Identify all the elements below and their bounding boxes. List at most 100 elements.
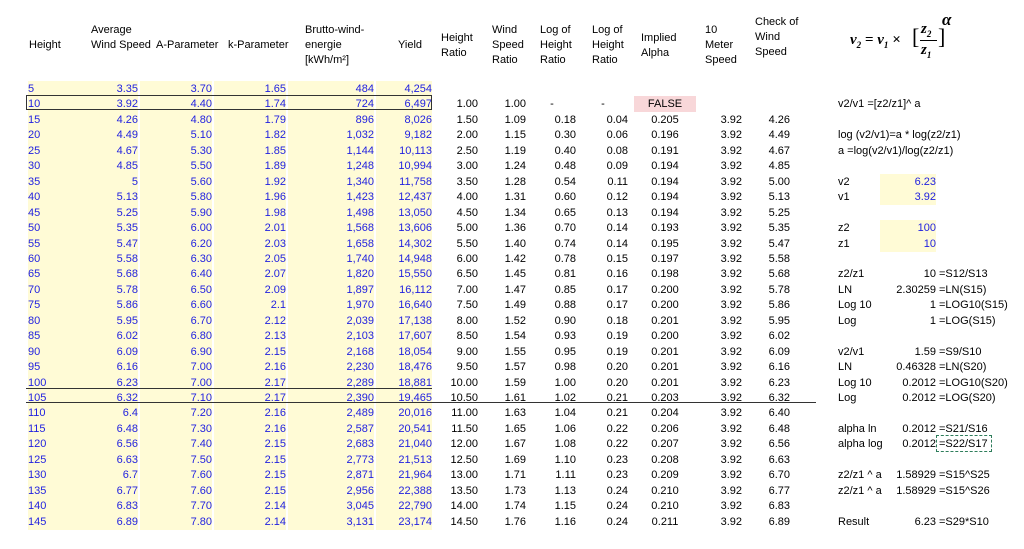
cell-yield[interactable]: 20,016 bbox=[376, 405, 432, 422]
cell-k-param[interactable]: 2.07 bbox=[214, 266, 286, 283]
cell-wind-ratio[interactable]: 1.69 bbox=[480, 452, 526, 468]
cell-log-height[interactable]: 0.88 bbox=[528, 297, 576, 313]
cell-height[interactable]: 90 bbox=[28, 343, 78, 360]
cell-height[interactable]: 35 bbox=[28, 173, 78, 190]
cell-a-param[interactable]: 7.00 bbox=[140, 359, 212, 376]
cell-ten-meter[interactable]: 3.92 bbox=[698, 220, 742, 236]
cell-log-height[interactable]: 0.78 bbox=[528, 251, 576, 267]
cell-avg-wind[interactable]: 3.92 bbox=[78, 96, 138, 113]
cell-implied-alpha[interactable]: 0.206 bbox=[634, 421, 696, 437]
cell-wind-ratio[interactable]: 1.59 bbox=[480, 375, 526, 391]
cell-yield[interactable]: 18,476 bbox=[376, 359, 432, 376]
cell-log-height-2[interactable]: 0.22 bbox=[578, 421, 628, 437]
cell-avg-wind[interactable]: 6.7 bbox=[78, 467, 138, 484]
cell-ten-meter[interactable]: 3.92 bbox=[698, 421, 742, 437]
cell-a-param[interactable]: 4.40 bbox=[140, 96, 212, 113]
cell-check[interactable]: 5.58 bbox=[744, 251, 790, 267]
cell-wind-ratio[interactable]: 1.31 bbox=[480, 189, 526, 205]
cell-log-height-2[interactable]: 0.19 bbox=[578, 328, 628, 344]
cell-check[interactable]: 4.85 bbox=[744, 158, 790, 174]
cell-wind-ratio[interactable]: 1.52 bbox=[480, 313, 526, 329]
cell-wind-ratio[interactable]: 1.67 bbox=[480, 436, 526, 452]
cell-height[interactable]: 125 bbox=[28, 451, 78, 468]
cell-height-ratio[interactable]: 13.00 bbox=[434, 467, 478, 483]
cell-height[interactable]: 80 bbox=[28, 312, 78, 329]
cell-yield[interactable]: 17,607 bbox=[376, 328, 432, 345]
cell-height-ratio[interactable]: 9.00 bbox=[434, 344, 478, 360]
cell-implied-alpha[interactable]: 0.205 bbox=[634, 112, 696, 128]
cell-check[interactable]: 6.32 bbox=[744, 390, 790, 406]
cell-k-param[interactable]: 2.01 bbox=[214, 220, 286, 237]
cell-height[interactable]: 20 bbox=[28, 127, 78, 144]
cell-avg-wind[interactable]: 5.95 bbox=[78, 312, 138, 329]
cell-k-param[interactable]: 2.14 bbox=[214, 513, 286, 530]
cell-brutto[interactable]: 3,131 bbox=[288, 513, 374, 530]
cell-wind-ratio[interactable]: 1.45 bbox=[480, 266, 526, 282]
cell-ten-meter[interactable]: 3.92 bbox=[698, 313, 742, 329]
cell-brutto[interactable]: 2,390 bbox=[288, 390, 374, 406]
cell-wind-ratio[interactable] bbox=[480, 81, 526, 97]
cell-a-param[interactable]: 6.70 bbox=[140, 312, 212, 329]
cell-check[interactable]: 6.83 bbox=[744, 498, 790, 514]
cell-check[interactable]: 6.77 bbox=[744, 483, 790, 499]
side-formula-note[interactable]: =S29*S10 bbox=[939, 514, 989, 530]
cell-wind-ratio[interactable]: 1.55 bbox=[480, 344, 526, 360]
cell-check[interactable]: 5.35 bbox=[744, 220, 790, 236]
cell-height[interactable]: 70 bbox=[28, 281, 78, 298]
cell-log-height-2[interactable]: 0.08 bbox=[578, 143, 628, 159]
cell-log-height[interactable]: 0.48 bbox=[528, 158, 576, 174]
side-value[interactable]: 0.2012 bbox=[880, 436, 936, 452]
cell-a-param[interactable]: 5.10 bbox=[140, 127, 212, 144]
cell-height[interactable]: 60 bbox=[28, 250, 78, 267]
cell-implied-alpha[interactable]: 0.196 bbox=[634, 127, 696, 143]
cell-height-ratio[interactable]: 8.50 bbox=[434, 328, 478, 344]
cell-log-height[interactable]: 0.90 bbox=[528, 313, 576, 329]
cell-wind-ratio[interactable]: 1.54 bbox=[480, 328, 526, 344]
side-label[interactable]: v2/v1 =[z2/z1]^ a bbox=[838, 96, 921, 112]
cell-a-param[interactable]: 5.80 bbox=[140, 189, 212, 206]
cell-log-height-2[interactable]: 0.15 bbox=[578, 251, 628, 267]
side-value[interactable]: 100 bbox=[880, 220, 936, 237]
cell-ten-meter[interactable] bbox=[698, 96, 742, 112]
cell-k-param[interactable]: 2.15 bbox=[214, 482, 286, 499]
cell-log-height[interactable]: 1.08 bbox=[528, 436, 576, 452]
cell-k-param[interactable]: 1.65 bbox=[214, 81, 286, 97]
cell-implied-alpha[interactable]: 0.209 bbox=[634, 467, 696, 483]
cell-log-height[interactable]: 0.60 bbox=[528, 189, 576, 205]
cell-yield[interactable]: 18,054 bbox=[376, 343, 432, 360]
side-label[interactable]: a =log(v2/v1)/log(z2/z1) bbox=[838, 143, 953, 159]
cell-height-ratio[interactable]: 4.50 bbox=[434, 205, 478, 221]
cell-implied-alpha[interactable]: 0.211 bbox=[634, 514, 696, 530]
cell-check[interactable]: 6.56 bbox=[744, 436, 790, 452]
cell-k-param[interactable]: 2.16 bbox=[214, 359, 286, 376]
cell-k-param[interactable]: 1.85 bbox=[214, 142, 286, 159]
cell-height[interactable]: 10 bbox=[28, 96, 78, 113]
side-formula-note[interactable]: =LOG(S20) bbox=[939, 390, 996, 406]
cell-log-height[interactable]: 1.16 bbox=[528, 514, 576, 530]
cell-height[interactable]: 65 bbox=[28, 266, 78, 283]
cell-k-param[interactable]: 2.03 bbox=[214, 235, 286, 252]
cell-check[interactable]: 6.09 bbox=[744, 344, 790, 360]
cell-log-height-2[interactable]: 0.19 bbox=[578, 344, 628, 360]
side-label[interactable]: alpha ln bbox=[838, 421, 877, 437]
cell-height-ratio[interactable]: 6.50 bbox=[434, 266, 478, 282]
cell-height[interactable]: 140 bbox=[28, 498, 78, 515]
cell-avg-wind[interactable]: 4.67 bbox=[78, 142, 138, 159]
cell-ten-meter[interactable]: 3.92 bbox=[698, 498, 742, 514]
cell-avg-wind[interactable]: 6.48 bbox=[78, 420, 138, 437]
cell-a-param[interactable]: 5.90 bbox=[140, 204, 212, 221]
cell-log-height-2[interactable]: - bbox=[578, 96, 628, 112]
cell-height-ratio[interactable]: 3.00 bbox=[434, 158, 478, 174]
cell-yield[interactable]: 10,113 bbox=[376, 142, 432, 159]
cell-yield[interactable]: 20,541 bbox=[376, 420, 432, 437]
side-value[interactable]: 2.30259 bbox=[880, 282, 936, 298]
cell-brutto[interactable]: 2,683 bbox=[288, 436, 374, 453]
cell-a-param[interactable]: 7.40 bbox=[140, 436, 212, 453]
side-formula-note[interactable]: =S12/S13 bbox=[939, 266, 988, 282]
cell-k-param[interactable]: 1.74 bbox=[214, 96, 286, 113]
cell-check[interactable]: 5.47 bbox=[744, 236, 790, 252]
cell-a-param[interactable]: 3.70 bbox=[140, 81, 212, 97]
cell-yield[interactable]: 13,606 bbox=[376, 220, 432, 237]
cell-height-ratio[interactable]: 12.00 bbox=[434, 436, 478, 452]
cell-a-param[interactable]: 7.60 bbox=[140, 482, 212, 499]
